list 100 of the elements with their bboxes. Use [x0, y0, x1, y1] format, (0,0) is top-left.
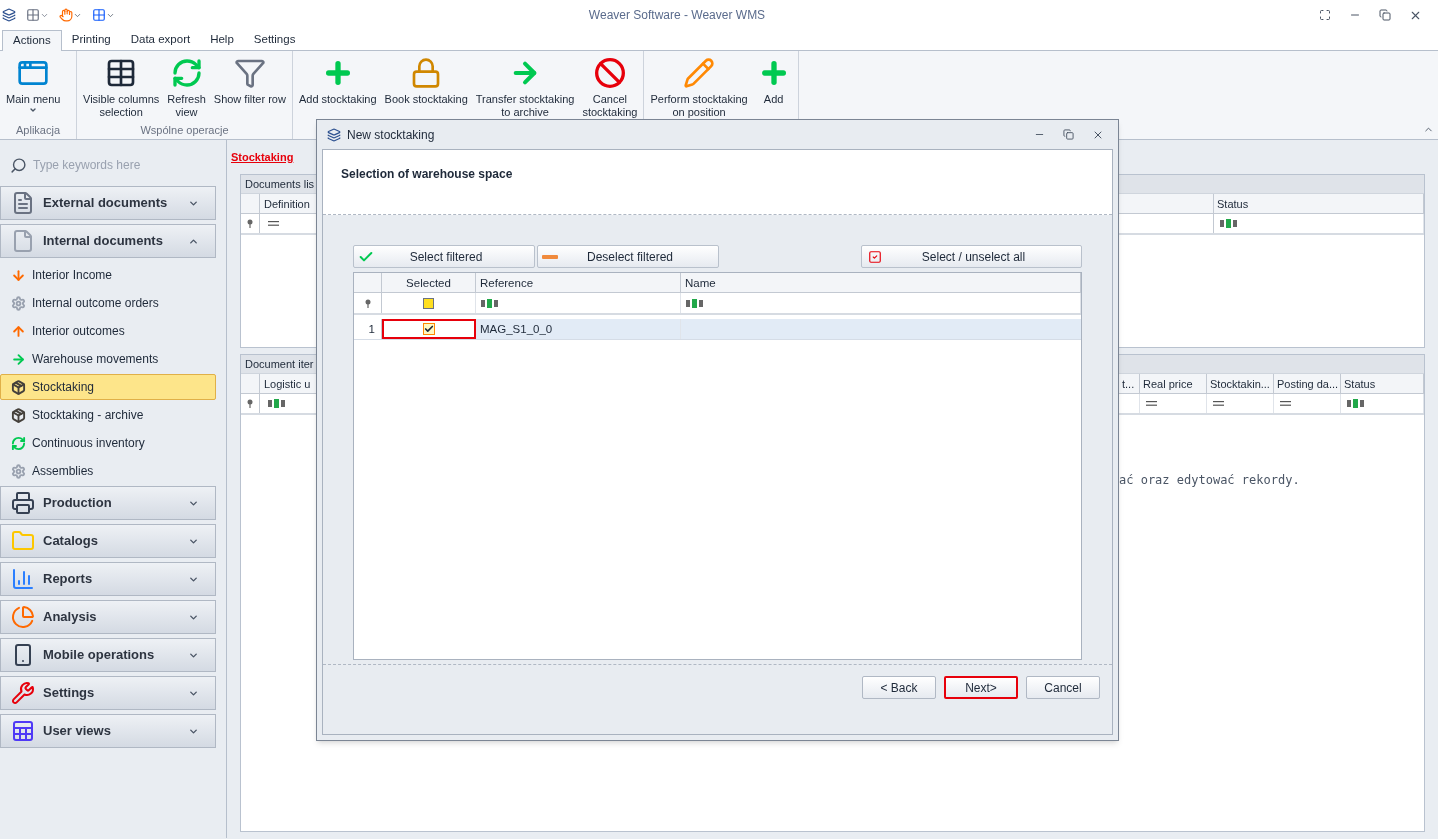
column-header[interactable]: Stocktakin...: [1207, 374, 1274, 393]
ribbon-button[interactable]: Refresh view: [163, 51, 210, 119]
arrow-down-icon: [11, 267, 26, 283]
box-icon: [11, 407, 26, 423]
fullscreen-icon[interactable]: [1319, 9, 1331, 21]
sidebar-item[interactable]: Interior outcomes: [0, 318, 216, 344]
document-icon: [11, 229, 35, 253]
minus-icon: [542, 254, 558, 259]
sidebar-item[interactable]: Assemblies: [0, 458, 216, 484]
prohibited-icon: [593, 57, 626, 89]
sidebar-item[interactable]: Stocktaking - archive: [0, 402, 216, 428]
empty-grid-message: ać oraz edytować rekordy.: [1119, 472, 1301, 489]
column-header[interactable]: Posting da...: [1274, 374, 1341, 393]
wrench-icon: [11, 681, 35, 705]
ribbon-button[interactable]: Add stocktaking: [294, 51, 381, 106]
equals-icon: [1146, 401, 1157, 406]
selection-cell[interactable]: [382, 319, 476, 339]
filter-icon: [233, 57, 266, 89]
arrow-up-icon: [11, 323, 26, 339]
search-field[interactable]: Type keywords here: [33, 156, 193, 174]
row-checkbox[interactable]: [423, 323, 435, 335]
pie-chart-icon: [11, 605, 35, 629]
spreadsheet-icon: [11, 719, 35, 743]
text-filter-icon: [268, 399, 285, 408]
ribbon-button[interactable]: Visible columns selection: [79, 51, 164, 119]
pencil-icon: [683, 57, 715, 89]
box-icon: [11, 379, 26, 395]
restore-icon[interactable]: [1379, 9, 1391, 21]
action-button[interactable]: Select filtered: [353, 245, 535, 268]
sidebar-group[interactable]: Settings: [0, 676, 216, 710]
action-button[interactable]: Deselect filtered: [537, 245, 719, 268]
refresh-icon: [170, 57, 203, 89]
dialog-title: New stocktaking: [347, 126, 436, 144]
equals-icon: [1280, 401, 1291, 406]
pin-icon: [247, 219, 253, 228]
text-filter-icon: [1347, 399, 1364, 408]
text-filter-icon: [1220, 219, 1237, 228]
ribbon-tab[interactable]: Help: [200, 29, 244, 50]
pin-icon: [247, 399, 253, 408]
toggle-checkbox-icon: [868, 249, 882, 264]
document-icon: [11, 191, 35, 215]
sidebar-item[interactable]: Stocktaking: [0, 374, 216, 400]
ribbon-button[interactable]: Main menu: [2, 51, 65, 114]
footer-button[interactable]: Cancel: [1026, 676, 1100, 699]
window-title: Weaver Software - Weaver WMS: [587, 7, 767, 24]
sidebar-group[interactable]: Catalogs: [0, 524, 216, 558]
folder-icon: [11, 529, 35, 553]
row-number: 1: [354, 319, 382, 339]
sidebar-group[interactable]: Reports: [0, 562, 216, 596]
sidebar-group[interactable]: User views: [0, 714, 216, 748]
column-header[interactable]: Status: [1341, 374, 1424, 393]
ribbon-tab[interactable]: Printing: [61, 29, 121, 50]
ribbon-button[interactable]: Add: [751, 51, 796, 106]
equals-icon: [268, 221, 279, 226]
sidebar-item[interactable]: Interior Income: [0, 262, 216, 288]
ribbon-tab[interactable]: Actions: [2, 30, 62, 51]
text-filter-icon: [481, 298, 498, 308]
panel-title: Documents lis: [245, 176, 315, 192]
app-logo-icon: [327, 127, 341, 142]
text-filter-icon: [686, 298, 703, 308]
bar-chart-icon: [11, 567, 35, 591]
sidebar-group[interactable]: External documents: [0, 186, 216, 220]
ribbon-button[interactable]: Perform stocktaking on position: [646, 51, 752, 119]
sidebar-group[interactable]: Analysis: [0, 600, 216, 634]
table-cell: MAG_S1_0_0: [476, 319, 681, 339]
ribbon-button[interactable]: Book stocktaking: [380, 51, 472, 106]
breadcrumb-link[interactable]: Stocktaking: [231, 151, 294, 163]
filter-checkbox[interactable]: [423, 297, 434, 309]
sidebar-item[interactable]: Internal outcome orders: [0, 290, 216, 316]
ribbon-group-label: Aplikacja: [15, 123, 62, 139]
sidebar-item[interactable]: Warehouse movements: [0, 346, 216, 372]
refresh-icon: [11, 435, 26, 451]
footer-button[interactable]: Next>: [944, 676, 1018, 699]
column-header[interactable]: Name: [681, 273, 1081, 292]
ribbon-button[interactable]: Transfer stocktaking to archive: [471, 51, 579, 119]
panel-title: Document iter: [245, 356, 314, 372]
ribbon-button[interactable]: Show filter row: [209, 51, 290, 106]
ribbon-tab[interactable]: Settings: [243, 29, 306, 50]
gear-icon: [11, 463, 26, 479]
hand-icon[interactable]: [59, 8, 82, 22]
action-button[interactable]: Select / unselect all: [861, 245, 1082, 268]
equals-icon: [1213, 401, 1224, 406]
sidebar-group[interactable]: Production: [0, 486, 216, 520]
sidebar-group[interactable]: Internal documents: [0, 224, 216, 258]
ribbon-tab[interactable]: Data export: [120, 29, 201, 50]
column-header[interactable]: Real price: [1140, 374, 1207, 393]
column-header[interactable]: Reference: [476, 273, 681, 292]
app-logo-icon[interactable]: [2, 8, 16, 22]
sidebar-group[interactable]: Mobile operations: [0, 638, 216, 672]
restore-icon[interactable]: [1063, 128, 1074, 140]
pin-icon: [364, 298, 371, 308]
ribbon-group-label: Wspólne operacje: [139, 123, 230, 139]
gear-icon: [11, 295, 26, 311]
sidebar-item[interactable]: Continuous inventory: [0, 430, 216, 456]
step-heading: Selection of warehouse space: [341, 167, 513, 181]
ribbon-button[interactable]: Cancel stocktaking: [578, 51, 642, 119]
layout-icon[interactable]: [26, 8, 49, 22]
search-icon: [10, 156, 27, 174]
column-header[interactable]: Selected: [382, 273, 476, 292]
footer-button[interactable]: < Back: [862, 676, 936, 699]
